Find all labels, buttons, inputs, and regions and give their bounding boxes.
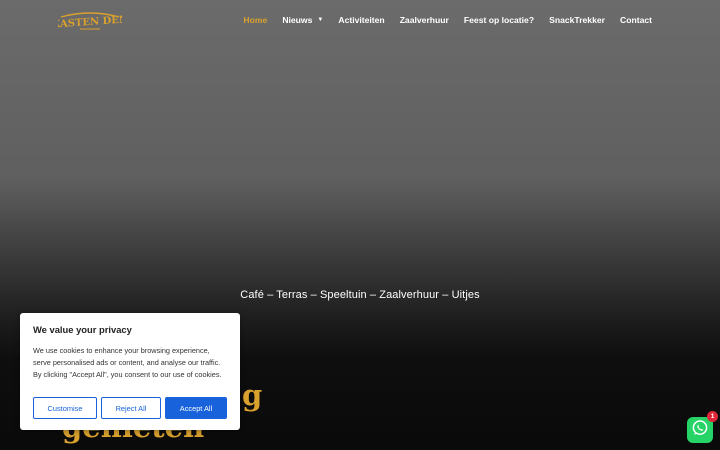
accept-all-button[interactable]: Accept All xyxy=(165,397,227,419)
chevron-down-icon: ▼ xyxy=(317,17,324,23)
customise-button[interactable]: Customise xyxy=(33,397,97,419)
nav-item-contact[interactable]: Contact xyxy=(620,15,652,25)
nav-item-zaalverhuur[interactable]: Zaalverhuur xyxy=(400,15,449,25)
cookie-description: We use cookies to enhance your browsing … xyxy=(33,346,222,379)
cookie-consent-banner: We value your privacy We use cookies to … xyxy=(20,313,240,430)
reject-all-button[interactable]: Reject All xyxy=(101,397,161,419)
cookie-button-group: Customise Reject All Accept All xyxy=(33,397,227,419)
nav-item-snacktrekker[interactable]: SnackTrekker xyxy=(549,15,605,25)
nav-item-activiteiten[interactable]: Activiteiten xyxy=(338,15,384,25)
nav-item-nieuws[interactable]: Nieuws ▼ xyxy=(282,15,323,25)
notification-badge: 1 xyxy=(707,411,718,422)
site-logo[interactable]: KASTEN DEN xyxy=(51,8,128,34)
nav-item-feest-op-locatie[interactable]: Feest op locatie? xyxy=(464,15,534,25)
whatsapp-icon xyxy=(691,419,709,442)
nav-item-home[interactable]: Home xyxy=(243,15,267,25)
svg-text:KASTEN DEN: KASTEN DEN xyxy=(58,14,122,30)
cookie-title: We value your privacy xyxy=(33,324,132,335)
hero-tagline: Café – Terras – Speeltuin – Zaalverhuur … xyxy=(240,289,480,301)
site-header: KASTEN DEN Home Nieuws ▼ Activiteiten Zaa… xyxy=(0,0,720,42)
main-nav: Home Nieuws ▼ Activiteiten Zaalverhuur Fe… xyxy=(243,15,652,25)
